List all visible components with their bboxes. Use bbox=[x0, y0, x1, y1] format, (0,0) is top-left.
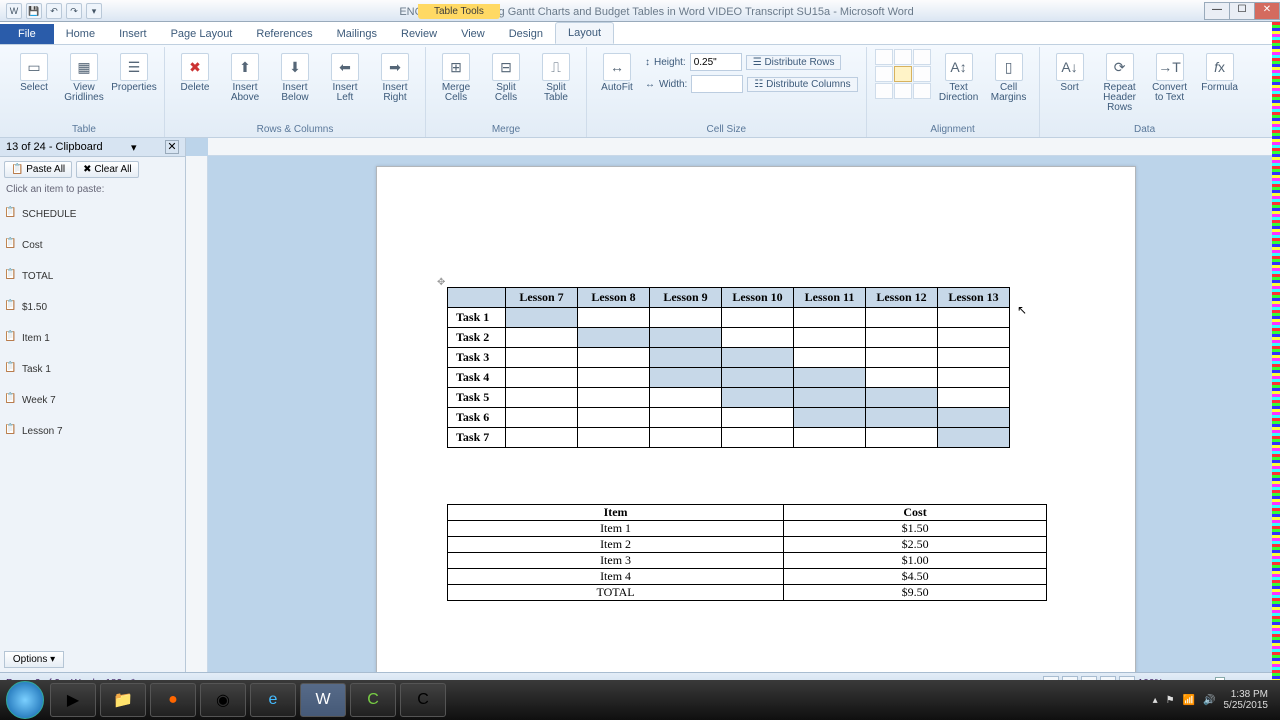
view-gridlines-button[interactable]: ▦View Gridlines bbox=[62, 49, 106, 103]
titlebar: W 💾 ↶ ↷ ▾ Table Tools ENGL 202CD Making … bbox=[0, 0, 1280, 22]
alignment-grid[interactable] bbox=[875, 49, 931, 99]
tray-flag-icon[interactable]: ⚑ bbox=[1166, 695, 1175, 706]
autofit-button[interactable]: ↔AutoFit bbox=[595, 49, 639, 93]
distribute-cols-button[interactable]: ☷ Distribute Columns bbox=[747, 77, 857, 92]
decorative-strip bbox=[1272, 22, 1280, 680]
clipboard-item[interactable]: Cost bbox=[0, 230, 185, 261]
tray-volume-icon[interactable]: 🔊 bbox=[1203, 695, 1215, 706]
paste-all-button[interactable]: 📋 Paste All bbox=[4, 161, 72, 178]
split-cells-button[interactable]: ⊟Split Cells bbox=[484, 49, 528, 103]
clipboard-pane: 13 of 24 - Clipboard ▾ ✕ 📋 Paste All ✖ C… bbox=[0, 138, 186, 672]
tab-references[interactable]: References bbox=[244, 24, 324, 44]
sort-button[interactable]: A↓Sort bbox=[1048, 49, 1092, 93]
system-tray[interactable]: ▴ ⚑ 📶 🔊 1:38 PM5/25/2015 bbox=[1153, 689, 1274, 711]
clipboard-hint: Click an item to paste: bbox=[0, 182, 185, 197]
redo-icon[interactable]: ↷ bbox=[66, 3, 82, 19]
clipboard-options-button[interactable]: Options ▾ bbox=[4, 651, 64, 668]
tray-clock[interactable]: 1:38 PM5/25/2015 bbox=[1224, 689, 1269, 711]
insert-left-button[interactable]: ⬅Insert Left bbox=[323, 49, 367, 103]
context-tools-tab: Table Tools bbox=[418, 4, 500, 19]
taskbar-camtasia[interactable]: C bbox=[400, 683, 446, 717]
clipboard-close-button[interactable]: ✕ bbox=[165, 140, 179, 154]
taskbar-camtasia-rec[interactable]: C bbox=[350, 683, 396, 717]
merge-cells-button[interactable]: ⊞Merge Cells bbox=[434, 49, 478, 103]
clipboard-item[interactable]: Week 7 bbox=[0, 385, 185, 416]
qat-more-icon[interactable]: ▾ bbox=[86, 3, 102, 19]
vertical-ruler[interactable] bbox=[186, 156, 208, 672]
text-direction-button[interactable]: A↕Text Direction bbox=[937, 49, 981, 103]
table-move-handle-icon[interactable]: ✥ bbox=[437, 277, 445, 288]
clip-dropdown-icon[interactable]: ▾ bbox=[131, 141, 137, 154]
group-merge-label: Merge bbox=[434, 122, 578, 135]
height-input[interactable] bbox=[690, 53, 742, 71]
gantt-table[interactable]: Lesson 7Lesson 8Lesson 9Lesson 10Lesson … bbox=[447, 287, 1010, 448]
close-button[interactable]: ✕ bbox=[1254, 2, 1280, 20]
clipboard-item[interactable]: SCHEDULE bbox=[0, 199, 185, 230]
tray-up-icon[interactable]: ▴ bbox=[1153, 695, 1158, 706]
minimize-button[interactable]: — bbox=[1204, 2, 1230, 20]
clipboard-header: 13 of 24 - Clipboard bbox=[6, 141, 103, 153]
properties-button[interactable]: ☰Properties bbox=[112, 49, 156, 93]
clipboard-item[interactable]: Task 1 bbox=[0, 354, 185, 385]
split-table-button[interactable]: ⎍Split Table bbox=[534, 49, 578, 103]
delete-button[interactable]: ✖Delete bbox=[173, 49, 217, 93]
distribute-rows-button[interactable]: ☰ Distribute Rows bbox=[746, 55, 842, 70]
clipboard-item[interactable]: $1.50 bbox=[0, 292, 185, 323]
group-rows-cols-label: Rows & Columns bbox=[173, 122, 417, 135]
tray-network-icon[interactable]: 📶 bbox=[1183, 695, 1195, 706]
taskbar-media-player[interactable]: ▶ bbox=[50, 683, 96, 717]
tab-home[interactable]: Home bbox=[54, 24, 107, 44]
clear-all-button[interactable]: ✖ Clear All bbox=[76, 161, 138, 178]
tab-layout[interactable]: Layout bbox=[555, 22, 614, 44]
formula-button[interactable]: fxFormula bbox=[1198, 49, 1242, 93]
word-icon: W bbox=[6, 3, 22, 19]
window-title: ENGL 202CD Making Gantt Charts and Budge… bbox=[108, 4, 1205, 18]
width-input[interactable] bbox=[691, 75, 743, 93]
start-button[interactable] bbox=[6, 681, 44, 719]
taskbar-firefox[interactable]: ● bbox=[150, 683, 196, 717]
clipboard-item[interactable]: Item 1 bbox=[0, 323, 185, 354]
insert-below-button[interactable]: ⬇Insert Below bbox=[273, 49, 317, 103]
taskbar: ▶ 📁 ● ◉ e W C C ▴ ⚑ 📶 🔊 1:38 PM5/25/2015 bbox=[0, 680, 1280, 720]
height-row: ↕Height: ☰ Distribute Rows bbox=[645, 53, 858, 71]
insert-right-button[interactable]: ➡Insert Right bbox=[373, 49, 417, 103]
tab-design[interactable]: Design bbox=[497, 24, 555, 44]
clipboard-item[interactable]: TOTAL bbox=[0, 261, 185, 292]
taskbar-chrome[interactable]: ◉ bbox=[200, 683, 246, 717]
group-data-label: Data bbox=[1048, 122, 1242, 135]
tab-review[interactable]: Review bbox=[389, 24, 449, 44]
repeat-header-button[interactable]: ⟳Repeat Header Rows bbox=[1098, 49, 1142, 113]
budget-table[interactable]: ItemCostItem 1$1.50Item 2$2.50Item 3$1.0… bbox=[447, 504, 1047, 601]
taskbar-word[interactable]: W bbox=[300, 683, 346, 717]
window-controls: — ☐ ✕ bbox=[1205, 2, 1280, 20]
taskbar-ie[interactable]: e bbox=[250, 683, 296, 717]
clipboard-item[interactable]: Lesson 7 bbox=[0, 416, 185, 447]
group-cellsize-label: Cell Size bbox=[595, 122, 858, 135]
undo-icon[interactable]: ↶ bbox=[46, 3, 62, 19]
document-page: ✥ Lesson 7Lesson 8Lesson 9Lesson 10Lesso… bbox=[376, 166, 1136, 672]
mouse-cursor-icon: ↖ bbox=[1017, 303, 1027, 317]
tab-mailings[interactable]: Mailings bbox=[325, 24, 389, 44]
tab-insert[interactable]: Insert bbox=[107, 24, 159, 44]
select-button[interactable]: ▭Select bbox=[12, 49, 56, 93]
maximize-button[interactable]: ☐ bbox=[1229, 2, 1255, 20]
save-icon[interactable]: 💾 bbox=[26, 3, 42, 19]
ribbon: ▭Select ▦View Gridlines ☰Properties Tabl… bbox=[0, 45, 1280, 138]
tab-view[interactable]: View bbox=[449, 24, 497, 44]
insert-above-button[interactable]: ⬆Insert Above bbox=[223, 49, 267, 103]
taskbar-explorer[interactable]: 📁 bbox=[100, 683, 146, 717]
group-alignment-label: Alignment bbox=[875, 122, 1031, 135]
quick-access-toolbar: W 💾 ↶ ↷ ▾ bbox=[0, 3, 108, 19]
width-row: ↔Width: ☷ Distribute Columns bbox=[645, 75, 858, 93]
file-tab[interactable]: File bbox=[0, 24, 54, 44]
horizontal-ruler[interactable] bbox=[208, 138, 1280, 156]
clipboard-list: SCHEDULECostTOTAL$1.50Item 1Task 1Week 7… bbox=[0, 197, 185, 647]
ribbon-tabs: File HomeInsertPage LayoutReferencesMail… bbox=[0, 22, 1280, 45]
tab-page-layout[interactable]: Page Layout bbox=[159, 24, 245, 44]
cell-margins-button[interactable]: ▯Cell Margins bbox=[987, 49, 1031, 103]
group-table-label: Table bbox=[12, 122, 156, 135]
convert-text-button[interactable]: →TConvert to Text bbox=[1148, 49, 1192, 103]
